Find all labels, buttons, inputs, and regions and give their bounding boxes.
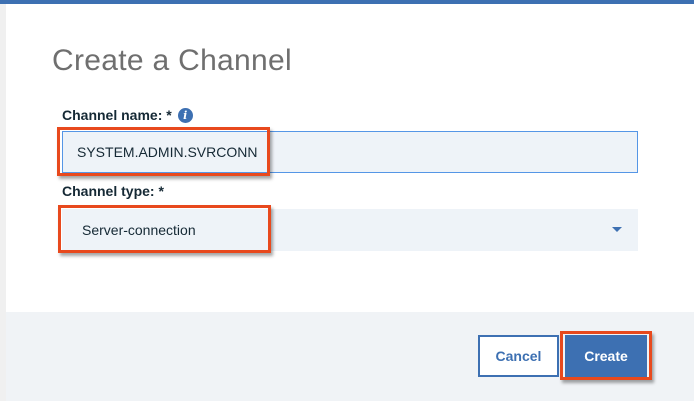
dialog-top-accent	[0, 0, 694, 4]
channel-name-label: Channel name: *	[62, 107, 172, 123]
info-icon[interactable]: i	[177, 107, 193, 123]
channel-name-label-row: Channel name: * i	[62, 107, 193, 123]
channel-name-input[interactable]	[62, 131, 638, 173]
channel-type-select[interactable]: Server-connection	[62, 209, 638, 251]
create-channel-dialog: Create a Channel Channel name: * i Chann…	[0, 0, 694, 401]
create-button[interactable]: Create	[565, 335, 647, 377]
dialog-title: Create a Channel	[52, 44, 292, 77]
cancel-button[interactable]: Cancel	[478, 335, 559, 377]
channel-type-value: Server-connection	[82, 222, 196, 238]
channel-type-label: Channel type: *	[62, 183, 164, 199]
chevron-down-icon	[612, 227, 622, 232]
